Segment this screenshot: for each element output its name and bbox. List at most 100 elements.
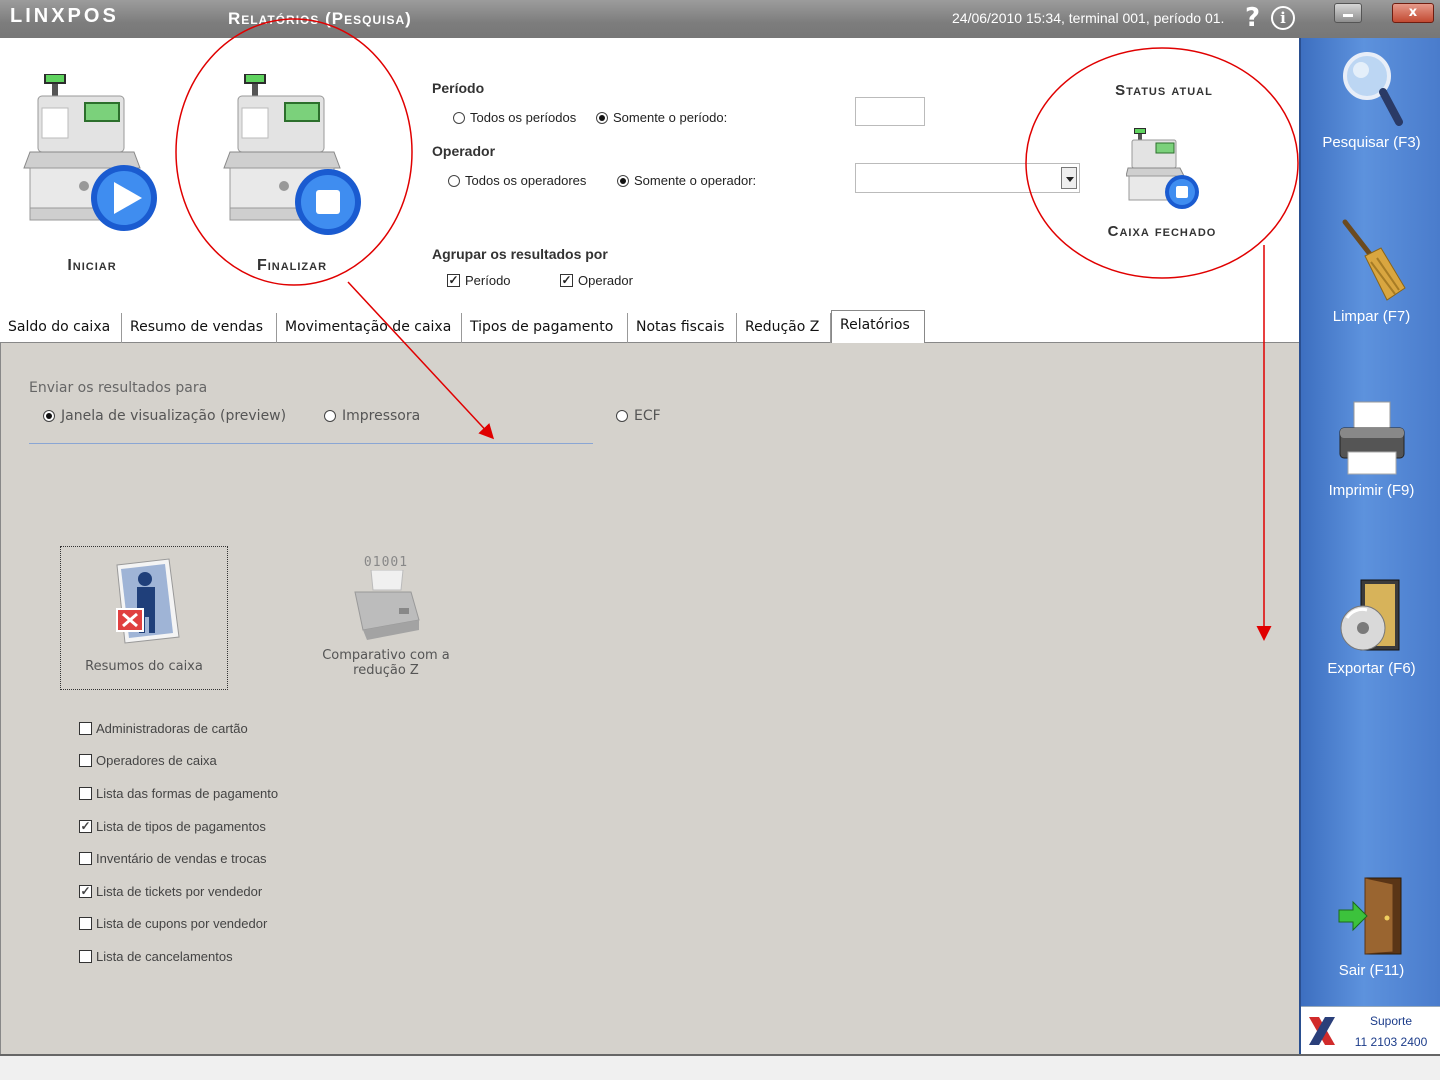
tab-saldo-do-caixa[interactable]: Saldo do caixa bbox=[0, 313, 122, 343]
export-label: Exportar (F6) bbox=[1327, 660, 1416, 677]
tab-tipos-de-pagamento[interactable]: Tipos de pagamento bbox=[462, 313, 628, 343]
option-tickets-vendedor[interactable]: ✓ Lista de tickets por vendedor bbox=[79, 875, 278, 908]
checkmark-icon: ✓ bbox=[79, 818, 92, 833]
group-period-checkbox[interactable]: ✓ Período bbox=[447, 273, 511, 288]
support-label: Suporte bbox=[1369, 1014, 1413, 1028]
option-cupons-vendedor[interactable]: Lista de cupons por vendedor bbox=[79, 908, 278, 941]
option-operadores[interactable]: Operadores de caixa bbox=[79, 745, 278, 778]
option-label: Lista de cancelamentos bbox=[96, 948, 233, 964]
option-label: Administradoras de cartão bbox=[96, 720, 248, 736]
status-title: Status atual bbox=[1115, 82, 1213, 99]
output-ecf-radio[interactable]: ECF bbox=[616, 408, 661, 424]
export-button[interactable]: Exportar (F6) bbox=[1301, 578, 1440, 677]
checkbox-indicator bbox=[79, 754, 92, 768]
minimize-button[interactable] bbox=[1334, 3, 1362, 23]
radio-indicator bbox=[448, 174, 460, 187]
period-input[interactable] bbox=[855, 97, 925, 126]
output-label: Enviar os resultados para bbox=[29, 380, 208, 396]
group-operator-checkbox[interactable]: ✓ Operador bbox=[560, 273, 633, 288]
report-cash-summary[interactable]: Resumos do caixa bbox=[60, 546, 228, 690]
status-value: Caixa fechado bbox=[1107, 223, 1217, 240]
help-icon[interactable]: ? bbox=[1245, 3, 1260, 33]
group-period-label: Período bbox=[465, 273, 511, 288]
report-options-list: Administradoras de cartão Operadores de … bbox=[79, 712, 278, 973]
exit-button[interactable]: Sair (F11) bbox=[1301, 876, 1440, 979]
operator-label: Operador bbox=[432, 143, 496, 159]
tab-movimentacao-de-caixa[interactable]: Movimentação de caixa bbox=[277, 313, 462, 343]
binary-code-text: 01001 bbox=[363, 555, 409, 570]
chevron-down-icon[interactable] bbox=[1061, 167, 1077, 189]
cash-register-play-icon bbox=[23, 74, 157, 231]
search-label: Pesquisar (F3) bbox=[1322, 134, 1421, 151]
report-cash-summary-label: Resumos do caixa bbox=[85, 659, 203, 674]
finish-button[interactable]: Finalizar bbox=[222, 68, 362, 275]
option-label: Lista de tipos de pagamentos bbox=[96, 818, 266, 834]
close-button[interactable]: x bbox=[1392, 3, 1434, 23]
output-ecf-label: ECF bbox=[634, 408, 661, 424]
period-label: Período bbox=[432, 80, 485, 96]
exit-label: Sair (F11) bbox=[1338, 962, 1405, 979]
period-only-label: Somente o período: bbox=[613, 110, 728, 125]
magnifier-icon bbox=[1342, 52, 1403, 126]
tab-relatorios[interactable]: Relatórios bbox=[831, 310, 925, 344]
support-info: Suporte 11 2103 2400 bbox=[1343, 1011, 1439, 1053]
title-bar: LINXPOS Relatórios (Pesquisa) 24/06/2010… bbox=[0, 0, 1440, 38]
support-phone: 11 2103 2400 bbox=[1354, 1035, 1428, 1049]
search-button[interactable]: Pesquisar (F3) bbox=[1301, 48, 1440, 151]
start-label: Iniciar bbox=[67, 257, 117, 274]
output-printer-radio[interactable]: Impressora bbox=[324, 408, 420, 424]
radio-indicator bbox=[617, 174, 629, 187]
option-label: Lista das formas de pagamento bbox=[96, 785, 279, 801]
option-label: Inventário de vendas e trocas bbox=[96, 851, 267, 867]
tab-resumo-de-vendas[interactable]: Resumo de vendas bbox=[122, 313, 277, 343]
output-preview-radio[interactable]: Janela de visualização (preview) bbox=[43, 408, 286, 424]
operator-only-radio[interactable]: Somente o operador: bbox=[617, 173, 756, 188]
start-button[interactable]: Iniciar bbox=[22, 68, 162, 275]
status-bar bbox=[0, 1054, 1440, 1080]
operator-only-label: Somente o operador: bbox=[634, 173, 757, 188]
info-icon[interactable]: i bbox=[1271, 6, 1295, 30]
radio-indicator bbox=[453, 111, 465, 124]
checkbox-indicator bbox=[79, 852, 92, 866]
checkbox-indicator bbox=[79, 949, 92, 963]
operator-all-label: Todos os operadores bbox=[465, 173, 587, 188]
control-panel: Iniciar Finalizar Período Todos os perío… bbox=[0, 38, 1299, 313]
printer-icon bbox=[1339, 401, 1404, 475]
tab-notas-fiscais[interactable]: Notas fiscais bbox=[628, 313, 737, 343]
option-tipos-pagamentos[interactable]: ✓ Lista de tipos de pagamentos bbox=[79, 810, 278, 843]
checkbox-indicator bbox=[79, 917, 92, 931]
broom-icon bbox=[1342, 219, 1406, 301]
output-printer-label: Impressora bbox=[342, 408, 421, 424]
operator-combobox[interactable] bbox=[855, 163, 1080, 193]
tab-bar: Saldo do caixa Resumo de vendas Moviment… bbox=[0, 310, 1299, 344]
support-panel: Suporte 11 2103 2400 bbox=[1301, 1006, 1440, 1054]
radio-indicator bbox=[616, 410, 628, 422]
group-operator-label: Operador bbox=[578, 273, 633, 288]
print-button[interactable]: Imprimir (F9) bbox=[1301, 400, 1440, 499]
window-title: Relatórios (Pesquisa) bbox=[228, 9, 412, 28]
checkmark-icon: ✓ bbox=[447, 273, 460, 287]
option-inventario[interactable]: Inventário de vendas e trocas bbox=[79, 842, 278, 875]
option-administradoras[interactable]: Administradoras de cartão bbox=[79, 712, 278, 745]
clear-button[interactable]: Limpar (F7) bbox=[1301, 218, 1440, 325]
checkmark-icon: ✓ bbox=[79, 883, 92, 898]
report-compare-label-1: Comparativo com a bbox=[322, 648, 450, 663]
report-compare-reduction[interactable]: 01001 Comparativo com a redução Z bbox=[301, 555, 471, 695]
period-all-label: Todos os períodos bbox=[470, 110, 577, 125]
radio-indicator bbox=[43, 410, 55, 422]
period-only-radio[interactable]: Somente o período: bbox=[596, 110, 727, 125]
session-status: 24/06/2010 15:34, terminal 001, período … bbox=[952, 10, 1225, 26]
radio-indicator bbox=[596, 111, 608, 124]
option-formas-pagamento[interactable]: Lista das formas de pagamento bbox=[79, 777, 278, 810]
option-cancelamentos[interactable]: Lista de cancelamentos bbox=[79, 940, 278, 973]
report-document-icon bbox=[116, 558, 180, 644]
radio-indicator bbox=[324, 410, 336, 422]
cash-register-closed-icon bbox=[1126, 128, 1199, 209]
linx-logo-icon bbox=[1309, 1017, 1335, 1045]
operator-all-radio[interactable]: Todos os operadores bbox=[448, 173, 586, 188]
checkbox-indicator bbox=[79, 721, 92, 735]
exit-door-icon bbox=[1338, 877, 1401, 955]
tab-reducao-z[interactable]: Redução Z bbox=[737, 313, 831, 343]
checkbox-indicator bbox=[79, 786, 92, 800]
period-all-radio[interactable]: Todos os períodos bbox=[453, 110, 576, 125]
